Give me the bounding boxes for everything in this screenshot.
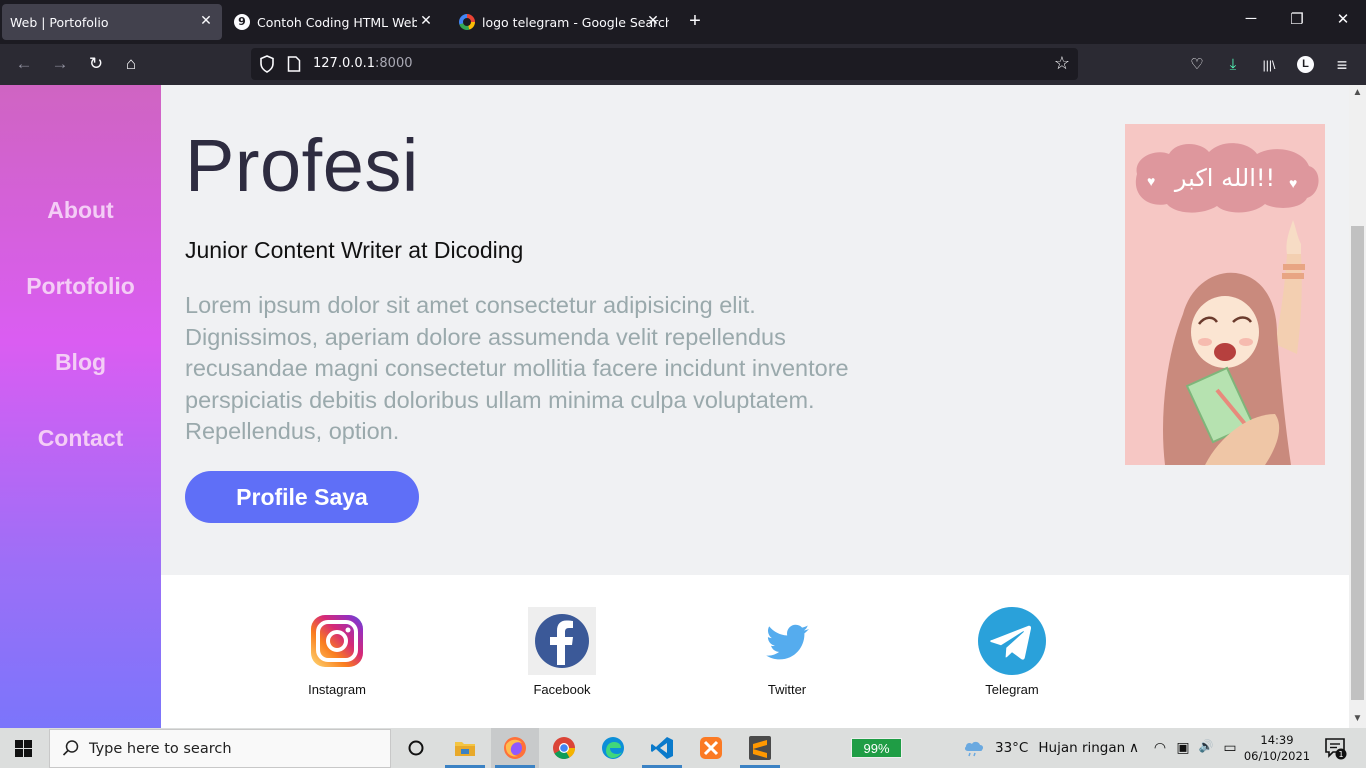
library-icon[interactable]: |||\ [1258, 54, 1280, 76]
page-info-icon[interactable] [287, 56, 301, 72]
minimize-icon[interactable]: ─ [1241, 10, 1261, 27]
firefox-taskbar-icon[interactable] [491, 728, 539, 768]
url-host: 127.0.0.1 [313, 56, 376, 71]
social-media-section: Instagram Facebook Twitter Telegram [161, 575, 1349, 728]
notification-count: 1 [1338, 750, 1343, 759]
svg-text:♥: ♥ [1147, 173, 1155, 189]
social-label: Twitter [767, 682, 807, 697]
weather-condition: Hujan ringan [1038, 740, 1126, 756]
search-icon [62, 740, 79, 756]
page-viewport: About Portofolio Blog Contact Profesi Ju… [0, 85, 1366, 728]
url-text: 127.0.0.1:8000 [313, 56, 413, 71]
sublime-taskbar-icon[interactable] [736, 728, 784, 768]
new-tab-icon[interactable]: + [684, 10, 706, 33]
sidebar-link-contact[interactable]: Contact [0, 425, 161, 452]
hijab-girl-illustration: الله اكبر!! ♥ ♥ [1125, 124, 1325, 465]
instagram-icon [303, 607, 371, 675]
tab-title: Web | Portofolio [10, 14, 109, 30]
hero-paragraph: Lorem ipsum dolor sit amet consectetur a… [185, 292, 849, 444]
social-label: Telegram [985, 682, 1039, 697]
back-icon[interactable]: ← [12, 52, 36, 76]
vscode-taskbar-icon[interactable] [638, 728, 686, 768]
twitter-link[interactable]: Twitter [727, 607, 847, 697]
instagram-link[interactable]: Instagram [277, 607, 397, 697]
clock-time: 14:39 [1260, 733, 1294, 747]
rain-cloud-icon [964, 741, 984, 757]
facebook-link[interactable]: Facebook [502, 607, 622, 697]
url-bar[interactable]: 127.0.0.1:8000 ☆ [251, 48, 1078, 80]
weather-temperature: 33°C [995, 740, 1029, 756]
tracking-shield-icon[interactable] [259, 55, 275, 73]
social-label: Instagram [308, 682, 366, 697]
pocket-icon[interactable]: ♡ [1186, 54, 1208, 76]
arabic-banner-text: الله اكبر!! [1174, 164, 1275, 192]
hero-section: Profesi Junior Content Writer at Dicodin… [161, 85, 1349, 575]
volume-icon[interactable]: 🔊 [1196, 739, 1216, 753]
svg-text:♥: ♥ [1289, 175, 1297, 191]
forward-icon[interactable]: → [48, 52, 72, 76]
hero-subtitle: Junior Content Writer at Dicoding [185, 237, 524, 263]
tab-title: Contoh Coding HTML Website Po [257, 14, 417, 30]
tab-title: logo telegram - Google Search [482, 14, 669, 30]
sidebar-link-about[interactable]: About [0, 197, 161, 224]
scroll-up-icon[interactable]: ▲ [1349, 87, 1366, 98]
telegram-link[interactable]: Telegram [952, 607, 1072, 697]
telegram-icon [978, 607, 1046, 675]
sidebar-link-portofolio[interactable]: Portofolio [0, 273, 161, 300]
wifi-icon[interactable]: ◠ [1150, 739, 1170, 756]
window-close-icon[interactable]: ✕ [1333, 10, 1353, 28]
taskbar: Type here to search 99% 33°C Hujan ringa… [0, 728, 1366, 768]
profile-button[interactable]: Profile Saya [185, 471, 419, 523]
page-title: Profesi [185, 124, 419, 207]
weather-widget[interactable]: 33°C Hujan ringan [963, 739, 1125, 757]
twitter-icon [753, 607, 821, 675]
edge-taskbar-icon[interactable] [589, 728, 637, 768]
tab-close-icon[interactable]: ✕ [645, 13, 661, 29]
bookmark-star-icon[interactable]: ☆ [1054, 53, 1070, 74]
browser-tab-strip: Web | Portofolio ✕ 9 Contoh Coding HTML … [0, 0, 1366, 44]
scrollbar-thumb[interactable] [1351, 226, 1364, 700]
google-favicon-icon [459, 14, 475, 30]
tray-chevron-up-icon[interactable]: ∧ [1124, 739, 1144, 756]
battery-icon[interactable]: ▭ [1220, 739, 1240, 756]
search-placeholder: Type here to search [89, 741, 232, 757]
chrome-taskbar-icon[interactable] [540, 728, 588, 768]
menu-icon[interactable]: ≡ [1331, 54, 1353, 76]
vertical-scrollbar[interactable]: ▲ ▼ [1349, 85, 1366, 728]
downloads-icon[interactable]: ⤓ [1222, 54, 1244, 76]
battery-percentage-badge[interactable]: 99% [851, 738, 902, 758]
tab-contoh-coding[interactable]: 9 Contoh Coding HTML Website Po ✕ [234, 4, 442, 40]
hero-illustration: الله اكبر!! ♥ ♥ [1125, 124, 1325, 465]
tab-close-icon[interactable]: ✕ [418, 13, 434, 29]
site-favicon-icon: 9 [234, 14, 250, 30]
xampp-taskbar-icon[interactable] [687, 728, 735, 768]
navigation-bar: ← → ↻ ⌂ 127.0.0.1:8000 ☆ ♡ ⤓ |||\ L ≡ [0, 44, 1366, 85]
tab-close-icon[interactable]: ✕ [198, 13, 214, 29]
taskbar-search-box[interactable]: Type here to search [49, 729, 391, 768]
meet-now-icon[interactable]: ▣ [1173, 739, 1193, 756]
task-view-icon[interactable] [392, 728, 440, 768]
notification-center-icon[interactable]: 1 [1325, 738, 1349, 760]
restore-icon[interactable]: ❐ [1287, 10, 1307, 28]
windows-start-icon[interactable] [15, 740, 32, 757]
home-icon[interactable]: ⌂ [119, 52, 143, 76]
account-avatar-icon[interactable]: L [1297, 56, 1314, 73]
clock-date: 06/10/2021 [1243, 749, 1311, 763]
tab-web-portofolio[interactable]: Web | Portofolio ✕ [2, 4, 222, 40]
sidebar: About Portofolio Blog Contact [0, 85, 161, 728]
tab-google-search[interactable]: logo telegram - Google Search ✕ [459, 4, 669, 40]
file-explorer-icon[interactable] [441, 728, 489, 768]
url-port: :8000 [375, 56, 413, 71]
system-clock[interactable]: 14:39 06/10/2021 [1240, 732, 1314, 764]
scroll-down-icon[interactable]: ▼ [1349, 713, 1366, 724]
sidebar-link-blog[interactable]: Blog [0, 349, 161, 376]
reload-icon[interactable]: ↻ [84, 52, 108, 76]
social-label: Facebook [533, 682, 591, 697]
facebook-icon [528, 607, 596, 675]
